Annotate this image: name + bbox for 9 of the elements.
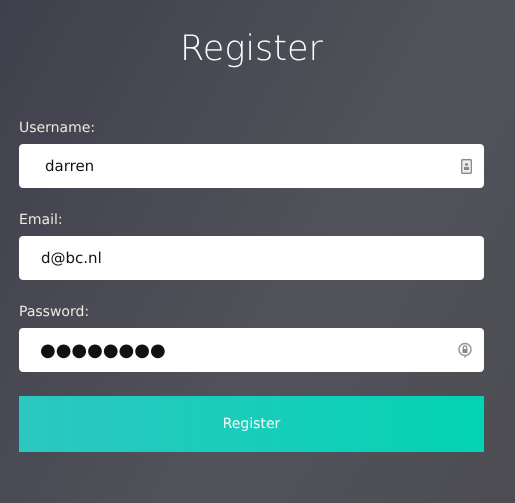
contact-card-icon — [461, 158, 472, 174]
lock-icon — [458, 342, 472, 358]
field-label: Email: — [19, 212, 63, 228]
form-title: Register — [180, 28, 323, 71]
field-label: Username: — [19, 120, 96, 136]
input-field[interactable]: darren — [19, 144, 484, 188]
input-field[interactable]: ●●●●●●●● — [19, 328, 484, 372]
input-field[interactable]: d@bc.nl — [19, 236, 484, 280]
field-label: Password: — [19, 304, 90, 320]
